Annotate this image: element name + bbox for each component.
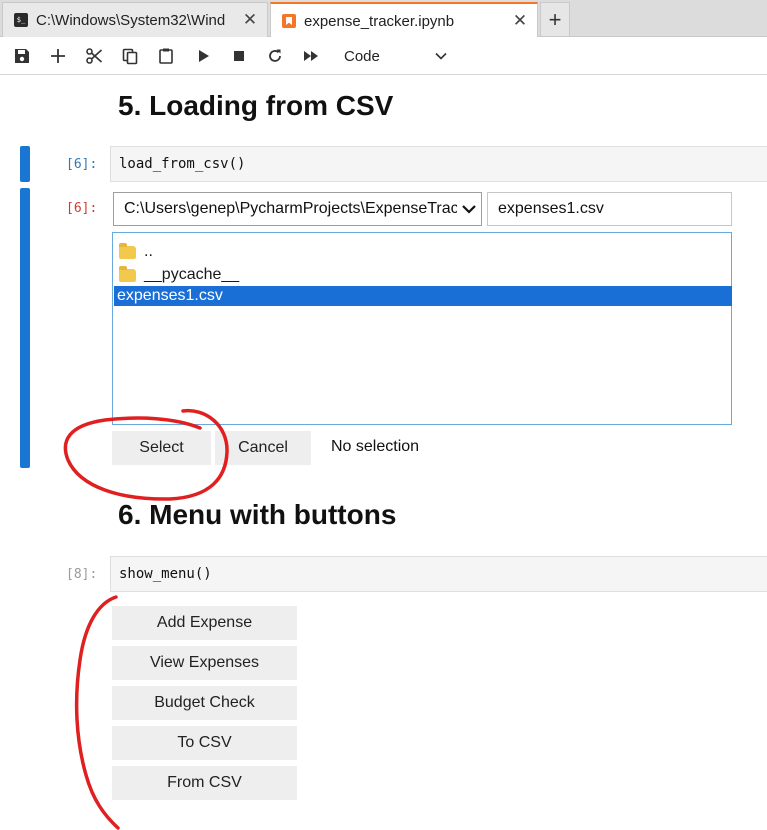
fast-forward-icon[interactable] <box>300 45 322 67</box>
from-csv-button[interactable]: From CSV <box>112 766 297 800</box>
file-entry-label: .. <box>144 243 153 260</box>
input-prompt: [8]: <box>66 567 98 582</box>
close-icon[interactable]: ✕ <box>509 11 531 31</box>
path-value: C:\Users\genep\PycharmProjects\ExpenseTr… <box>124 200 457 217</box>
list-item-selected[interactable]: expenses1.csv <box>114 286 732 306</box>
cancel-button[interactable]: Cancel <box>215 431 311 465</box>
tab-label: C:\Windows\System32\Wind <box>36 11 226 29</box>
tab-bar: $_ C:\Windows\System32\Wind ✕ expense_tr… <box>0 0 767 38</box>
chevron-down-icon <box>462 205 476 214</box>
folder-icon <box>119 265 136 282</box>
code-cell-show-menu[interactable]: show_menu() <box>110 556 767 592</box>
selection-status: No selection <box>331 438 420 455</box>
tab-terminal[interactable]: $_ C:\Windows\System32\Wind ✕ <box>2 2 268 37</box>
cell-type-select[interactable]: Code <box>332 43 454 69</box>
output-collapser[interactable] <box>20 188 30 468</box>
view-expenses-button[interactable]: View Expenses <box>112 646 297 680</box>
section-heading-5: 5. Loading from CSV <box>118 90 394 121</box>
run-icon[interactable] <box>192 45 214 67</box>
chevron-down-icon <box>435 52 447 60</box>
restart-icon[interactable] <box>264 45 286 67</box>
file-entry-label: __pycache__ <box>144 266 240 283</box>
input-prompt: [6]: <box>66 157 98 172</box>
budget-check-button[interactable]: Budget Check <box>112 686 297 720</box>
code-cell-load-from-csv[interactable]: load_from_csv() <box>110 146 767 182</box>
add-cell-icon[interactable] <box>47 45 69 67</box>
notebook-icon <box>282 14 296 28</box>
output-prompt: [6]: <box>66 201 98 216</box>
copy-icon[interactable] <box>119 45 141 67</box>
select-button[interactable]: Select <box>112 431 211 465</box>
terminal-icon: $_ <box>14 13 28 27</box>
tab-label: expense_tracker.ipynb <box>304 12 455 30</box>
new-tab-button[interactable]: + <box>540 2 570 36</box>
file-list[interactable]: .. __pycache__ expenses1.csv <box>112 232 732 425</box>
close-icon[interactable]: ✕ <box>239 10 261 30</box>
tab-notebook[interactable]: expense_tracker.ipynb ✕ <box>270 2 538 38</box>
save-icon[interactable] <box>11 45 33 67</box>
section-heading-6: 6. Menu with buttons <box>118 499 397 530</box>
add-expense-button[interactable]: Add Expense <box>112 606 297 640</box>
path-dropdown[interactable]: C:\Users\genep\PycharmProjects\ExpenseTr… <box>113 192 482 226</box>
stop-icon[interactable] <box>228 45 250 67</box>
cell-collapser[interactable] <box>20 146 30 182</box>
paste-icon[interactable] <box>155 45 177 67</box>
folder-icon <box>119 242 136 259</box>
file-entry-label: expenses1.csv <box>117 287 223 304</box>
list-item[interactable]: .. <box>114 242 732 262</box>
notebook-toolbar: Code <box>0 37 767 75</box>
cut-icon[interactable] <box>83 45 105 67</box>
list-item[interactable]: __pycache__ <box>114 265 732 285</box>
filename-input[interactable] <box>487 192 732 226</box>
to-csv-button[interactable]: To CSV <box>112 726 297 760</box>
cell-type-value: Code <box>344 47 380 65</box>
